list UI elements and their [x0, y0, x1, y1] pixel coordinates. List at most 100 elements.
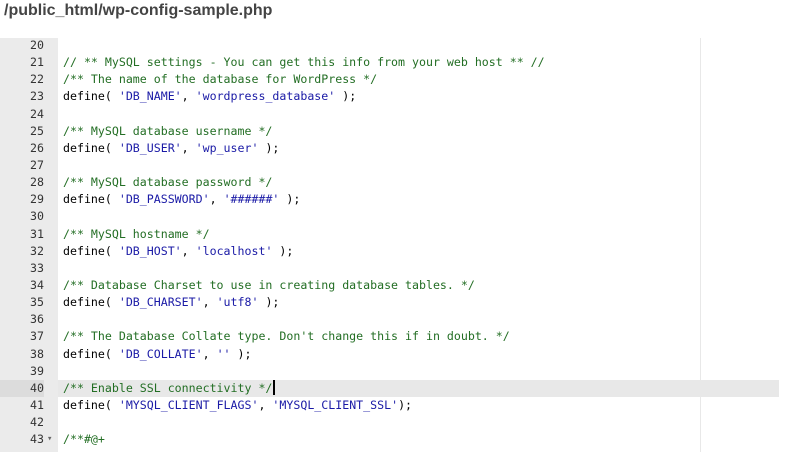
line-number: 26 — [30, 140, 44, 155]
line-number: 20 — [30, 38, 44, 52]
code-line[interactable]: 22 /** The name of the database for WordP… — [0, 71, 797, 88]
code-line[interactable]: 43 ▾ /**#@+ — [0, 431, 797, 448]
code-text[interactable] — [58, 363, 779, 380]
code-token: ); — [258, 295, 280, 310]
code-line[interactable]: 25 /** MySQL database username */ — [0, 123, 797, 140]
line-number: 38 — [30, 346, 44, 361]
code-text[interactable]: define( 'DB_HOST', 'localhost' ); — [58, 243, 779, 260]
code-string: '' — [216, 346, 231, 361]
code-token: define( — [63, 243, 119, 258]
code-text[interactable]: define( 'DB_COLLATE', '' ); — [58, 346, 779, 363]
code-token: define( — [63, 295, 119, 310]
code-text[interactable]: define( 'MYSQL_CLIENT_FLAGS', 'MYSQL_CLI… — [58, 397, 779, 414]
line-number: 41 — [30, 397, 44, 412]
code-line[interactable]: 21 // ** MySQL settings - You can get thi… — [0, 54, 797, 71]
code-string: 'localhost' — [195, 243, 273, 258]
fold-toggle-icon[interactable]: ▾ — [47, 431, 57, 448]
code-editor[interactable]: 20 21 // ** MySQL settings - You can get t… — [0, 38, 797, 452]
code-text[interactable] — [58, 260, 779, 277]
code-line[interactable]: 41 define( 'MYSQL_CLIENT_FLAGS', 'MYSQL_C… — [0, 397, 797, 414]
code-token: define( — [63, 346, 119, 361]
code-token: define( — [63, 89, 119, 104]
line-number: 24 — [30, 106, 44, 121]
code-line[interactable]: 27 — [0, 157, 797, 174]
code-line[interactable]: 39 — [0, 363, 797, 380]
code-comment: /** MySQL hostname */ — [63, 226, 210, 241]
code-string: 'DB_CHARSET' — [118, 295, 203, 310]
code-line[interactable]: 34 /** Database Charset to use in creatin… — [0, 277, 797, 294]
code-comment: // ** MySQL settings - You can get this … — [63, 55, 545, 70]
line-number: 37 — [30, 329, 44, 344]
code-token: , — [181, 243, 196, 258]
code-string: 'wordpress_database' — [195, 89, 336, 104]
code-text[interactable]: define( 'DB_PASSWORD', '######' ); — [58, 191, 779, 208]
line-number: 39 — [30, 363, 44, 378]
code-comment: /**#@+ — [63, 432, 105, 447]
line-number: 28 — [30, 175, 44, 190]
code-text[interactable]: define( 'DB_NAME', 'wordpress_database' … — [58, 88, 779, 105]
code-line[interactable]: 31 /** MySQL hostname */ — [0, 226, 797, 243]
code-token: , — [181, 89, 196, 104]
code-line[interactable]: 28 /** MySQL database password */ — [0, 174, 797, 191]
code-line[interactable]: 36 — [0, 311, 797, 328]
line-number: 21 — [30, 55, 44, 70]
code-text[interactable] — [58, 414, 779, 431]
code-string: 'wp_user' — [195, 140, 259, 155]
code-token: define( — [63, 397, 119, 412]
code-token: , — [181, 140, 196, 155]
line-number: 42 — [30, 415, 44, 430]
code-comment: /** The Database Collate type. Don't cha… — [63, 329, 510, 344]
code-line[interactable]: 35 define( 'DB_CHARSET', 'utf8' ); — [0, 294, 797, 311]
code-token: , — [209, 192, 224, 207]
line-number: 25 — [30, 123, 44, 138]
line-number: 30 — [30, 209, 44, 224]
code-text[interactable]: define( 'DB_CHARSET', 'utf8' ); — [58, 294, 779, 311]
line-number: 32 — [30, 243, 44, 258]
code-line[interactable]: 24 — [0, 106, 797, 123]
code-token: ); — [230, 346, 252, 361]
code-line[interactable]: 26 define( 'DB_USER', 'wp_user' ); — [0, 140, 797, 157]
code-comment: /** Enable SSL connectivity */ — [63, 380, 273, 395]
code-line[interactable]: 29 define( 'DB_PASSWORD', '######' ); — [0, 191, 797, 208]
code-lines[interactable]: 20 21 // ** MySQL settings - You can get t… — [0, 38, 797, 448]
code-line[interactable]: 32 define( 'DB_HOST', 'localhost' ); — [0, 243, 797, 260]
code-text[interactable]: /** Database Charset to use in creating … — [58, 277, 779, 294]
code-line[interactable]: 42 — [0, 414, 797, 431]
code-string: 'MYSQL_CLIENT_FLAGS' — [118, 397, 259, 412]
code-string: '######' — [223, 192, 280, 207]
code-text[interactable] — [58, 311, 779, 328]
code-line[interactable]: 37 /** The Database Collate type. Don't c… — [0, 328, 797, 345]
code-text[interactable]: /** MySQL database username */ — [58, 123, 779, 140]
code-token: ); — [272, 243, 294, 258]
code-line[interactable]: 38 define( 'DB_COLLATE', '' ); — [0, 346, 797, 363]
line-number: 23 — [30, 89, 44, 104]
code-text[interactable] — [58, 208, 779, 225]
code-token: define( — [63, 192, 119, 207]
code-line[interactable]: 23 define( 'DB_NAME', 'wordpress_database… — [0, 88, 797, 105]
code-comment: /** The name of the database for WordPre… — [63, 72, 378, 87]
code-text[interactable]: // ** MySQL settings - You can get this … — [58, 54, 779, 71]
code-string: 'DB_COLLATE' — [118, 346, 203, 361]
code-text[interactable]: /**#@+ — [58, 431, 779, 448]
code-text[interactable] — [58, 106, 779, 123]
line-number: 34 — [30, 277, 44, 292]
code-line[interactable]: 40 /** Enable SSL connectivity */ — [0, 379, 797, 397]
code-comment: /** MySQL database username */ — [63, 123, 273, 138]
code-string: 'DB_HOST' — [118, 243, 182, 258]
code-text[interactable]: /** Enable SSL connectivity */ — [58, 379, 779, 397]
code-text[interactable]: /** MySQL hostname */ — [58, 226, 779, 243]
code-comment: /** MySQL database password */ — [63, 175, 273, 190]
code-text[interactable]: /** The name of the database for WordPre… — [58, 71, 779, 88]
code-text[interactable] — [58, 157, 779, 174]
text-cursor — [273, 379, 276, 395]
file-path-title: /public_html/wp-config-sample.php — [4, 2, 273, 19]
code-string: 'utf8' — [216, 295, 259, 310]
code-line[interactable]: 33 — [0, 260, 797, 277]
line-number: 29 — [30, 192, 44, 207]
code-text[interactable]: define( 'DB_USER', 'wp_user' ); — [58, 140, 779, 157]
code-text[interactable] — [58, 38, 779, 54]
code-text[interactable]: /** The Database Collate type. Don't cha… — [58, 328, 779, 345]
code-line[interactable]: 20 — [0, 38, 797, 54]
code-text[interactable]: /** MySQL database password */ — [58, 174, 779, 191]
code-line[interactable]: 30 — [0, 208, 797, 225]
